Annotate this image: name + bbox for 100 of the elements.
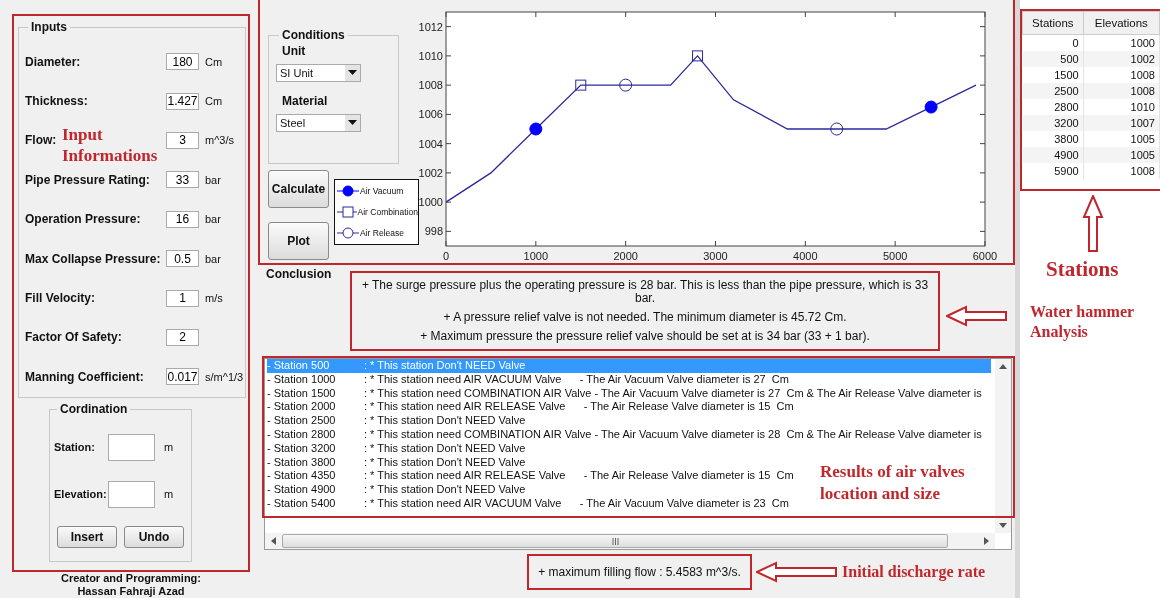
- credit-text: Creator and Programming:: [61, 572, 201, 585]
- field-label: Station:: [54, 441, 96, 453]
- unit-label: m^3/s: [205, 134, 234, 147]
- table-cell: 5900: [1022, 163, 1084, 179]
- unit-label: m: [164, 441, 174, 453]
- unit-label: m: [164, 488, 174, 500]
- field-label: Pipe Pressure Rating:: [25, 172, 150, 187]
- axis-tick-label: 1008: [418, 79, 443, 92]
- conclusion-text: + Maximum pressure the pressure relief valve should be set at is 34 bar (33 + 1 bar).: [420, 330, 870, 343]
- left-arrow-icon[interactable]: [271, 537, 276, 545]
- axis-tick-label: 1004: [418, 137, 443, 150]
- caret-icon: [348, 70, 357, 76]
- scrollbar-thumb[interactable]: [282, 534, 948, 548]
- input-field[interactable]: 16: [166, 210, 199, 228]
- credit-text: Hassan Fahraji Azad: [77, 585, 185, 598]
- action-button[interactable]: Plot: [268, 222, 329, 260]
- annotation-text: Water hammer Analysis: [1030, 302, 1135, 342]
- conclusion-text: + The surge pressure plus the operating pressure is 28 bar. This is less than the pipe pressure, which is 33 bar.: [360, 279, 930, 305]
- table-cell: 2500: [1022, 83, 1084, 99]
- field-label: Diameter:: [25, 54, 81, 69]
- list-item[interactable]: - Station 5400 : * This station need AIR VACUUM Valve - The Air Vacuum Valve diameter is 23 Cm: [267, 496, 789, 511]
- axis-tick-label: 1000: [523, 250, 549, 262]
- list-item[interactable]: - Station 2800 : * This station need COMBINATION AIR Valve - The Air Vacuum Valve diameter is 28 Cm & The Air Release Valve diameter is: [267, 428, 982, 442]
- unit-label: bar: [205, 252, 221, 265]
- chart-marker: [830, 122, 844, 136]
- table-cell: 500: [1022, 51, 1084, 67]
- legend-label: Air Vacuum: [360, 185, 404, 196]
- right-arrow-icon[interactable]: [984, 537, 989, 545]
- action-button[interactable]: Calculate: [268, 170, 329, 208]
- legend-label: Air Combination: [357, 207, 418, 217]
- axis-tick-label: 1012: [418, 20, 443, 33]
- list-item[interactable]: - Station 2000 : * This station need AIR RELEASE Valve - The Air Release Valve diameter is 15 Cm: [267, 400, 794, 415]
- annotation-text: Results of air valves location and size: [820, 461, 966, 505]
- column-header[interactable]: Elevations: [1083, 11, 1160, 35]
- input-field[interactable]: 1.427: [166, 92, 199, 110]
- unit-label: s/m^1/3: [205, 370, 244, 383]
- dropdown[interactable]: Steel: [276, 114, 361, 132]
- chart-marker: [529, 122, 543, 136]
- arrow-drawing: [1082, 195, 1104, 253]
- axis-tick-label: 4000: [793, 250, 818, 262]
- field-label: Fill Velocity:: [25, 291, 96, 306]
- input-field[interactable]: 180: [166, 53, 199, 71]
- results-list[interactable]: [264, 358, 1012, 550]
- field-label: Operation Pressure:: [25, 212, 141, 227]
- table-cell: 1008: [1083, 163, 1160, 179]
- axis-tick-label: 0: [442, 250, 450, 262]
- input-field[interactable]: 0.5: [166, 250, 199, 268]
- axis-tick-label: 1006: [418, 108, 443, 121]
- chart-marker: [692, 50, 704, 62]
- table-cell: 1002: [1083, 51, 1160, 67]
- axis-tick-label: 998: [424, 225, 443, 238]
- input-field[interactable]: 33: [166, 171, 199, 189]
- input-field[interactable]: 2: [166, 328, 199, 346]
- input-field[interactable]: [108, 433, 155, 461]
- table-cell: 1008: [1083, 83, 1160, 99]
- input-field[interactable]: 1: [166, 289, 199, 307]
- table-cell: 1005: [1083, 147, 1160, 163]
- down-arrow-icon[interactable]: [999, 523, 1007, 528]
- chart-marker: [575, 79, 587, 91]
- up-arrow-icon[interactable]: [999, 364, 1007, 369]
- group-title: Inputs: [30, 20, 68, 34]
- arrow-drawing: [946, 305, 1008, 327]
- group-title: Conditions: [281, 28, 346, 42]
- chart-marker: [924, 100, 938, 114]
- column-header[interactable]: Stations: [1022, 11, 1084, 35]
- field-label: Max Collapse Pressure:: [25, 251, 161, 266]
- axis-tick-label: 6000: [972, 250, 998, 262]
- list-item[interactable]: - Station 1000 : * This station need AIR VACUUM Valve - The Air Vacuum Valve diameter is 27 Cm: [267, 372, 789, 387]
- conclusion-text: + A pressure relief valve is not needed. The minimum diameter is 45.72 Cm.: [443, 311, 847, 324]
- vertical-scrollbar[interactable]: [995, 359, 1011, 533]
- unit-label: bar: [205, 213, 221, 226]
- input-field[interactable]: 3: [166, 131, 199, 149]
- legend-label: Air Release: [360, 228, 404, 239]
- annotation-text: Initial discharge rate: [842, 563, 986, 581]
- list-item[interactable]: - Station 2500 : * This station Don't NEED Valve: [267, 414, 526, 428]
- field-label: Thickness:: [25, 94, 88, 109]
- action-button[interactable]: Insert: [57, 526, 117, 548]
- list-item[interactable]: - Station 1500 : * This station need COMBINATION AIR Valve - The Air Vacuum Valve diameter is 27 Cm & The Air Release Valve diameter is: [267, 386, 982, 401]
- caret-icon: [348, 120, 357, 126]
- dropdown[interactable]: SI Unit: [276, 64, 361, 82]
- annotation-text: Input Informations: [62, 124, 159, 166]
- field-label: Manning Coefficient:: [25, 369, 144, 384]
- list-item[interactable]: - Station 3800 : * This station Don't NEED Valve: [267, 455, 526, 470]
- horizontal-scrollbar[interactable]: [265, 533, 995, 549]
- section-title: Conclusion: [266, 267, 333, 281]
- field-label: Unit: [282, 44, 306, 58]
- axis-tick-label: 1002: [418, 166, 443, 179]
- action-button[interactable]: Undo: [124, 526, 184, 548]
- table-cell: 4900: [1022, 147, 1084, 163]
- axis-tick-label: 3000: [703, 250, 728, 262]
- list-item[interactable]: - Station 3200 : * This station Don't NEED Valve: [267, 441, 526, 456]
- unit-label: Cm: [205, 95, 223, 108]
- list-item[interactable]: - Station 4900 : * This station Don't NEED Valve: [267, 483, 526, 497]
- field-label: Factor Of Safety:: [25, 330, 122, 345]
- unit-label: Cm: [205, 55, 223, 68]
- list-item[interactable]: - Station 4350 : * This station need AIR RELEASE Valve - The Air Release Valve diameter is 15 Cm: [267, 469, 794, 484]
- table-cell: 1007: [1083, 115, 1160, 131]
- input-field[interactable]: 0.017: [166, 368, 199, 386]
- input-field[interactable]: [108, 480, 155, 508]
- chart-marker: [619, 78, 633, 92]
